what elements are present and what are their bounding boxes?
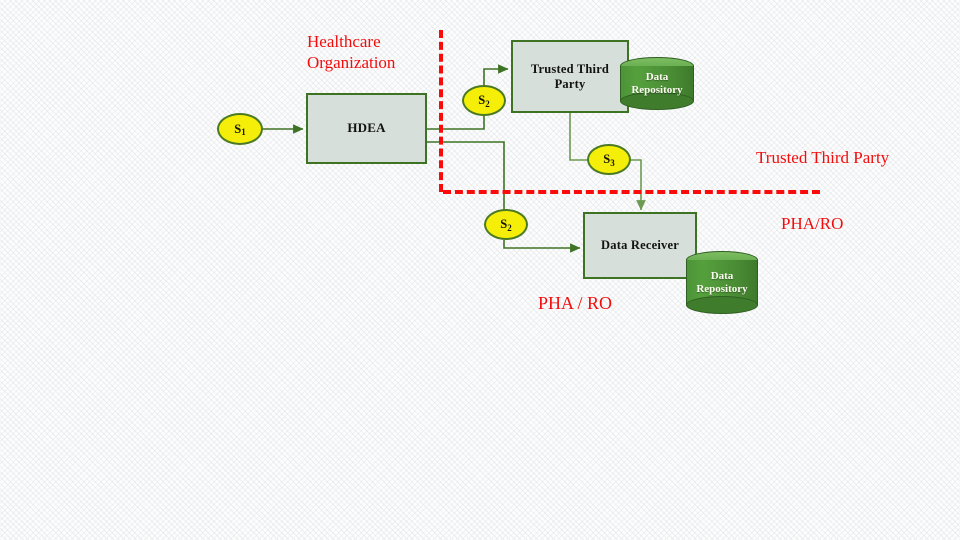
connector-layer — [262, 64, 646, 253]
cylinder-label-line1: Data — [645, 71, 669, 84]
edge-s3-to-datareceiver — [629, 159, 646, 211]
signal-s2-top[interactable]: S2 — [462, 85, 506, 116]
cylinder-label-group: Data Repository — [686, 251, 758, 314]
signal-s1[interactable]: S1 — [217, 113, 263, 145]
cylinder-label-line2: Repository — [631, 83, 683, 96]
signal-s1-base: S — [234, 121, 242, 136]
zone-label-healthcare-organization: Healthcare Organization — [307, 32, 396, 73]
edge-s2bottom-to-datareceiver — [503, 240, 581, 253]
zone-label-pha-ro-bottom: PHA / RO — [538, 293, 613, 313]
signal-s2-top-base: S — [478, 93, 486, 107]
cylinder-label-group: Data Repository — [620, 57, 694, 110]
signal-s3-base: S — [603, 152, 611, 166]
edge-s2top-to-ttp — [483, 64, 509, 86]
cylinder-data-repository-ttp[interactable]: Data Repository — [620, 57, 694, 110]
signal-s2-bottom-base: S — [500, 217, 508, 231]
node-data-receiver[interactable]: Data Receiver — [583, 212, 697, 279]
diagram-canvas: HDEA Trusted Third Party Data Receiver D… — [0, 0, 960, 540]
node-data-receiver-label: Data Receiver — [601, 238, 679, 253]
node-trusted-third-party[interactable]: Trusted Third Party — [511, 40, 629, 113]
horizontal-boundary-line — [443, 190, 820, 194]
cylinder-label-line1: Data — [710, 270, 734, 283]
zone-label-pha-ro-right: PHA/RO — [781, 214, 844, 233]
node-hdea[interactable]: HDEA — [306, 93, 427, 164]
cylinder-label-line2: Repository — [696, 282, 748, 295]
signal-s3[interactable]: S3 — [587, 144, 631, 175]
node-hdea-label: HDEA — [347, 120, 386, 136]
edge-ttp-to-s3 — [569, 113, 589, 161]
edge-hdea-to-s2top — [427, 116, 485, 130]
node-trusted-third-party-label: Trusted Third Party — [530, 62, 610, 91]
signal-s2-bottom[interactable]: S2 — [484, 209, 528, 240]
cylinder-data-repository-receiver[interactable]: Data Repository — [686, 251, 758, 314]
zone-label-trusted-third-party: Trusted Third Party — [756, 148, 890, 167]
